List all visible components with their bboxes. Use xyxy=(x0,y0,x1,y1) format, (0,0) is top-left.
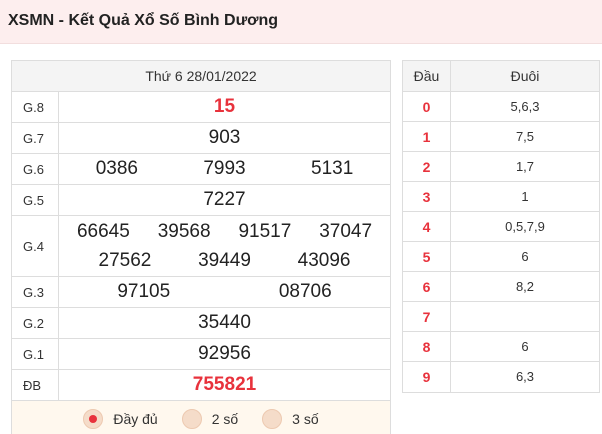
prize-number: 66645 xyxy=(76,220,130,242)
prize-number: 7993 xyxy=(203,158,246,179)
loto-table: Đầu Đuôi 0 5,6,3 1 7,5 2 1,7 31 4 0,5,7,9 56… xyxy=(402,60,600,393)
prize-row-g2: G.2 35440 xyxy=(12,308,390,339)
loto-row: 1 7,5 xyxy=(403,122,599,152)
loto-header: Đầu Đuôi xyxy=(403,61,599,92)
loto-dau: 0 xyxy=(403,92,451,121)
prize-row-g6: G.6 0386 7993 5131 xyxy=(12,154,390,185)
loto-row: 9 6,3 xyxy=(403,362,599,392)
prize-label: G.3 xyxy=(12,277,59,307)
radio-selected-icon[interactable] xyxy=(83,409,104,429)
loto-dau: 2 xyxy=(403,152,451,181)
loto-dau: 7 xyxy=(403,302,451,331)
prize-label: G.6 xyxy=(12,154,59,184)
option-label: 3 số xyxy=(292,411,319,427)
loto-row: 6 8,2 xyxy=(403,272,599,302)
prize-number: 92956 xyxy=(198,343,251,364)
prize-number: 0386 xyxy=(95,158,138,179)
prize-number: 903 xyxy=(208,127,241,148)
loto-dau: 9 xyxy=(403,362,451,392)
loto-duoi: 6 xyxy=(521,249,529,264)
prize-number: 37047 xyxy=(319,220,373,242)
prize-row-g3: G.3 97105 08706 xyxy=(12,277,390,308)
prize-number: 7227 xyxy=(203,189,246,210)
prize-label: G.7 xyxy=(12,123,59,153)
radio-icon[interactable] xyxy=(262,409,283,429)
prize-number: 43096 xyxy=(297,249,351,271)
prize-row-db: ĐB 755821 xyxy=(12,370,390,401)
special-prize-number: 755821 xyxy=(192,374,257,395)
prize-number: 35440 xyxy=(198,312,251,333)
loto-row: 4 0,5,7,9 xyxy=(403,212,599,242)
prize-number: 15 xyxy=(213,96,236,117)
prize-label: G.2 xyxy=(12,308,59,338)
loto-duoi xyxy=(451,302,599,331)
loto-duoi: 1 xyxy=(521,189,529,204)
loto-row: 7 xyxy=(403,302,599,332)
prize-number: 91517 xyxy=(238,220,292,242)
prize-row-g1: G.1 92956 xyxy=(12,339,390,370)
radio-icon[interactable] xyxy=(181,409,202,429)
loto-row: 56 xyxy=(403,242,599,272)
loto-row: 0 5,6,3 xyxy=(403,92,599,122)
prize-number: 39568 xyxy=(157,220,211,242)
option-full[interactable]: Đầy đủ xyxy=(83,409,158,429)
loto-duoi: 5,6,3 xyxy=(510,99,540,114)
loto-duoi: 1,7 xyxy=(515,159,535,174)
prize-row-g4: G.4 66645 39568 91517 37047 27562 39449 … xyxy=(12,216,390,277)
prize-number: 27562 xyxy=(98,249,152,271)
loto-duoi: 7,5 xyxy=(515,129,535,144)
prize-label: G.5 xyxy=(12,185,59,215)
prize-number: 5131 xyxy=(311,158,354,179)
prize-label: ĐB xyxy=(12,370,59,400)
loto-dau: 8 xyxy=(403,332,451,361)
prize-label: G.4 xyxy=(12,216,59,276)
loto-row: 31 xyxy=(403,182,599,212)
prize-number: 08706 xyxy=(278,281,332,302)
loto-duoi: 8,2 xyxy=(515,279,535,294)
loto-dau: 4 xyxy=(403,212,451,241)
loto-duoi: 0,5,7,9 xyxy=(505,219,545,234)
option-label: Đầy đủ xyxy=(113,411,158,427)
option-3-digits[interactable]: 3 số xyxy=(262,409,319,429)
loto-duoi: 6,3 xyxy=(515,369,535,384)
prize-row-g5: G.5 7227 xyxy=(12,185,390,216)
option-2-digits[interactable]: 2 số xyxy=(181,409,239,429)
loto-dau: 1 xyxy=(403,122,451,151)
loto-dau: 6 xyxy=(403,272,451,301)
display-options: Đầy đủ 2 số 3 số xyxy=(12,401,390,434)
loto-dau: 3 xyxy=(403,182,451,211)
prize-label: G.8 xyxy=(12,92,59,122)
loto-duoi: 6 xyxy=(521,339,529,354)
draw-date: Thứ 6 28/01/2022 xyxy=(12,61,390,92)
loto-row: 86 xyxy=(403,332,599,362)
prize-label: G.1 xyxy=(12,339,59,369)
prize-number: 39449 xyxy=(198,249,251,271)
prize-row-g7: G.7 903 xyxy=(12,123,390,154)
prize-number: 97105 xyxy=(117,281,171,302)
loto-dau: 5 xyxy=(403,242,451,271)
loto-head-dau: Đầu xyxy=(403,61,451,91)
page-title: XSMN - Kết Quả Xổ Số Bình Dương xyxy=(8,12,279,29)
loto-row: 2 1,7 xyxy=(403,152,599,182)
prize-row-g8: G.8 15 xyxy=(12,92,390,123)
results-table: Thứ 6 28/01/2022 G.8 15 G.7 903 G.6 0386… xyxy=(11,60,391,434)
option-label: 2 số xyxy=(211,411,239,427)
page-header: XSMN - Kết Quả Xổ Số Bình Dương xyxy=(0,0,602,44)
loto-head-duoi: Đuôi xyxy=(510,68,540,84)
